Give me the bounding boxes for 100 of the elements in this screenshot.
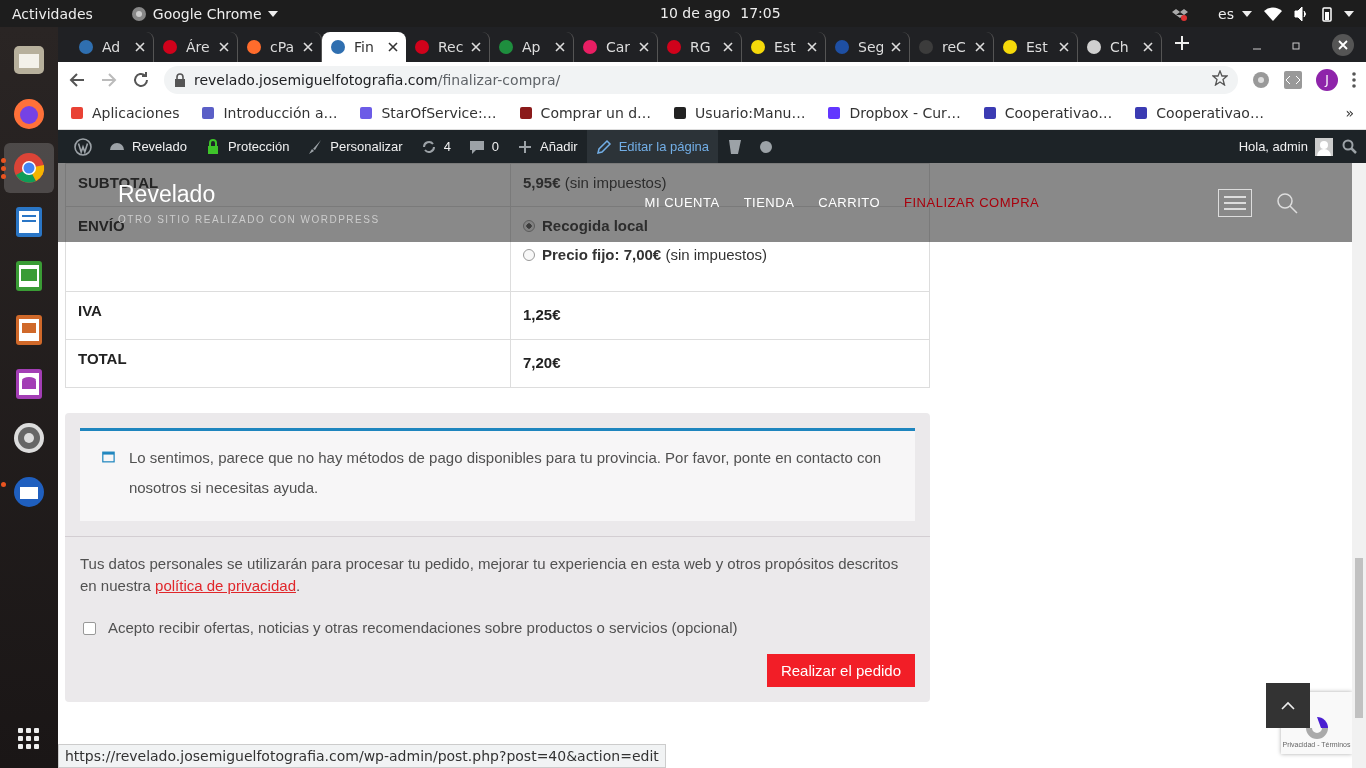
lock-icon [174, 72, 186, 87]
browser-tab[interactable]: Seg [826, 32, 910, 62]
settings-icon[interactable] [13, 422, 45, 454]
profile-avatar[interactable]: J [1316, 68, 1338, 91]
presentation-icon[interactable] [15, 314, 43, 346]
bookmark[interactable]: Introducción a… [201, 105, 338, 121]
bookmark[interactable]: Usuario:Manu… [673, 105, 806, 121]
browser-tab[interactable]: Car [574, 32, 658, 62]
radio-button[interactable] [523, 248, 535, 261]
menu-button[interactable] [1218, 188, 1252, 217]
table-cell: TOTAL [66, 339, 510, 387]
browser-tab[interactable]: Áre [154, 32, 238, 62]
plus-icon [517, 138, 534, 155]
admin-bar-item[interactable]: Editar la página [586, 130, 718, 163]
nav-link[interactable]: MI CUENTA [644, 195, 720, 210]
favicon-icon [359, 106, 374, 120]
browser-tab[interactable]: Ad [70, 32, 154, 62]
close-window-icon[interactable] [1332, 33, 1354, 56]
status-dot-icon [760, 140, 772, 153]
checkbox[interactable] [83, 621, 96, 635]
code-icon[interactable] [1284, 70, 1302, 89]
search-icon[interactable] [1342, 138, 1358, 155]
table-cell: 1,25€ [510, 291, 929, 339]
app-menu[interactable]: Google Chrome [152, 5, 262, 22]
browser-tab[interactable]: reC [910, 32, 994, 62]
language-caret-icon [1242, 10, 1252, 17]
browser-tab[interactable]: cPa [238, 32, 322, 62]
bookmark[interactable]: Dropbox - Cur… [827, 105, 961, 121]
admin-bar-item[interactable]: Personalizar [298, 130, 412, 163]
bookmark[interactable]: Cooperativao… [1134, 105, 1264, 121]
scrollbar[interactable] [1352, 163, 1366, 768]
address-bar[interactable]: revelado.josemiguelfotografia.com/finalizar-compra/ [164, 65, 1238, 94]
favicon-icon [673, 106, 688, 120]
favicon-icon [246, 39, 262, 55]
browser-tab[interactable]: Est [742, 32, 826, 62]
favicon-icon [750, 39, 766, 55]
nav-link[interactable]: TIENDA [743, 195, 795, 210]
browser-tab[interactable]: Est [994, 32, 1078, 62]
firefox-icon[interactable] [12, 97, 46, 131]
reload-icon[interactable] [132, 70, 150, 89]
document-icon[interactable] [15, 206, 43, 238]
wordpress-icon[interactable] [74, 137, 92, 156]
browser-tab[interactable]: Fin [322, 32, 406, 62]
favicon-icon [201, 106, 216, 120]
date-text[interactable]: 10 de ago [660, 5, 731, 21]
favicon-icon [918, 39, 934, 55]
favicon-icon [1002, 39, 1018, 55]
browser-tab[interactable]: Ap [490, 32, 574, 62]
status-url: https://revelado.josemiguelfotografia.com/wp-admin/post.php?post=40&action=edit [58, 744, 666, 768]
bookmark[interactable]: Cooperativao… [982, 105, 1113, 121]
database-icon[interactable] [15, 368, 43, 400]
place-order-button[interactable]: Realizar el pedido [766, 654, 915, 687]
info-notice: Lo sentimos, parece que no hay métodos de pago disponibles para tu provincia. Por favor, ponte en contacto con nosotros si necesitas ayuda. [80, 428, 915, 521]
browser-tab[interactable]: Rec [406, 32, 490, 62]
table-cell: IVA [66, 291, 510, 339]
checkbox-label: Acepto recibir ofertas, noticias y otras recomendaciones sobre productos o servicios (opcional) [108, 618, 738, 638]
bookmark[interactable]: Comprar un d… [518, 105, 652, 121]
star-icon[interactable] [1212, 70, 1228, 86]
account-menu[interactable]: Hola, admin [1229, 130, 1342, 163]
gear-icon[interactable] [1252, 70, 1270, 89]
folder-icon[interactable] [13, 44, 45, 76]
browser-tab[interactable]: RG [658, 32, 742, 62]
favicon-icon [518, 106, 533, 120]
close-icon[interactable] [388, 42, 398, 52]
back-icon[interactable] [68, 70, 86, 89]
shipping-option-label: Recogida local [542, 217, 648, 234]
favicon-icon [70, 106, 84, 120]
battery-icon [1322, 5, 1332, 22]
refresh-icon [420, 138, 437, 155]
browser-tab[interactable]: Ch [1078, 32, 1162, 62]
spreadsheet-icon[interactable] [15, 260, 43, 292]
table-cell: 7,20€ [510, 339, 929, 387]
bookmark[interactable]: StarOfService:… [359, 105, 497, 121]
favicon-icon [827, 106, 842, 120]
activities-button[interactable]: Actividades [12, 5, 93, 22]
favicon-icon [982, 106, 997, 120]
privacy-policy-link[interactable]: política de privacidad [155, 577, 296, 594]
admin-bar-item[interactable]: Protección [195, 130, 299, 163]
mail-icon[interactable] [12, 475, 46, 509]
admin-bar-item[interactable]: Revelado [100, 130, 196, 163]
nav-link[interactable]: CARRITO [818, 195, 881, 210]
clock-text[interactable]: 17:05 [740, 5, 781, 21]
radio-button[interactable] [523, 219, 535, 232]
language-indicator[interactable]: es [1218, 5, 1234, 22]
admin-bar-item[interactable]: Añadir [508, 130, 587, 163]
bookmark[interactable]: Aplicaciones [70, 105, 180, 121]
privacy-text: Tus datos personales se utilizarán para procesar tu pedido, mejorar tu experiencia en esta web y otros propósitos descritos en nuestra política de privacidad. [80, 554, 900, 596]
admin-bar-item[interactable]: 0 [459, 130, 509, 163]
new-tab-icon[interactable] [1174, 34, 1190, 51]
chevron-up-icon [1281, 700, 1295, 711]
more-icon[interactable] [1352, 71, 1356, 88]
avatar-icon [1315, 137, 1333, 156]
restore-icon[interactable] [1292, 39, 1302, 50]
window-icon [102, 449, 115, 465]
system-menu-caret-icon [1344, 10, 1354, 17]
favicon-icon [330, 39, 346, 55]
favicon-icon [1134, 106, 1149, 120]
admin-bar-item[interactable]: 4 [411, 130, 460, 163]
more-bookmarks-button[interactable]: » [1345, 105, 1354, 121]
app-grid-icon[interactable] [18, 728, 40, 750]
